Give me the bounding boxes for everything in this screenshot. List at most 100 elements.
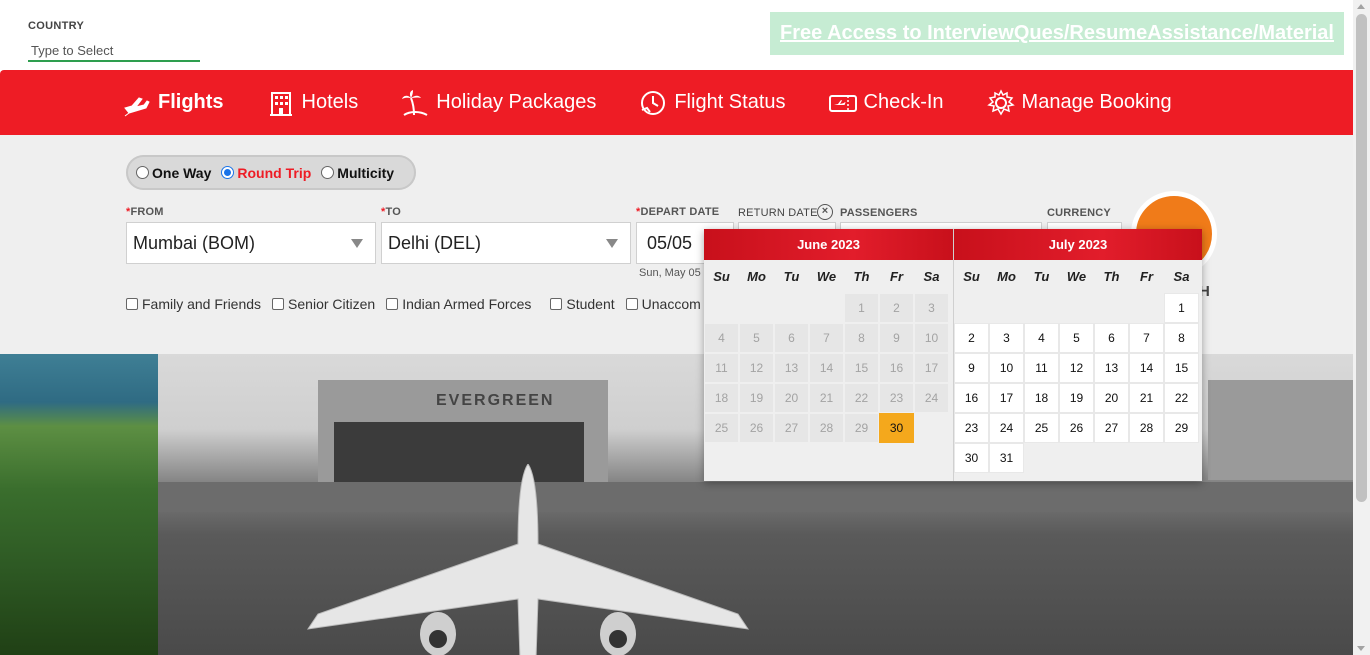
calendar-day[interactable]: 13: [1094, 353, 1129, 383]
trip-option-multicity[interactable]: Multicity: [321, 165, 394, 181]
airplane-image: [306, 464, 750, 655]
depart-date-label: *DEPART DATE: [636, 206, 720, 218]
weekday-label: Fr: [1140, 269, 1153, 284]
nav-item-holiday-packages[interactable]: Holiday Packages: [400, 88, 596, 118]
nav-item-label: Hotels: [301, 91, 359, 113]
trip-option-one-way[interactable]: One Way: [136, 165, 211, 181]
nav-item-hotels[interactable]: Hotels: [266, 88, 359, 118]
calendar-day[interactable]: 9: [954, 353, 989, 383]
nav-item-manage-booking[interactable]: Manage Booking: [986, 88, 1172, 118]
weekday-label: Fr: [890, 269, 903, 284]
calendar-day[interactable]: 29: [1164, 413, 1199, 443]
radio-button[interactable]: [136, 166, 149, 179]
date-picker: June 2023 Su Mo Tu We Th Fr Sa 1 2 3 4 5 6 7 8 9 10 11 12…: [704, 229, 1202, 481]
checkbox[interactable]: [272, 298, 285, 310]
radio-button[interactable]: [221, 166, 235, 179]
calendar-day[interactable]: 15: [1164, 353, 1199, 383]
calendar-day[interactable]: 18: [1024, 383, 1059, 413]
calendar-day[interactable]: 21: [1129, 383, 1164, 413]
calendar-day: 15: [844, 353, 879, 383]
radio-button[interactable]: [321, 166, 335, 179]
checkbox-student[interactable]: Student: [550, 296, 615, 312]
calendar-day[interactable]: 30: [879, 413, 914, 443]
checkbox[interactable]: [126, 298, 138, 310]
calendar-day: 2: [879, 293, 914, 323]
calendar-empty-cell: [809, 293, 844, 323]
calendar-day: 22: [844, 383, 879, 413]
weekday-label: Mo: [997, 269, 1016, 284]
checkbox[interactable]: [386, 298, 399, 310]
calendar-day[interactable]: 17: [989, 383, 1024, 413]
scrollbar[interactable]: [1353, 0, 1370, 655]
calendar-day[interactable]: 19: [1059, 383, 1094, 413]
calendar-day: 26: [739, 413, 774, 443]
promo-banner: Free Access to InterviewQues/ResumeAssis…: [770, 12, 1344, 55]
checkbox[interactable]: [625, 298, 638, 310]
calendar-day: 9: [879, 323, 914, 353]
calendar-day: 7: [809, 323, 844, 353]
main-nav: Flights Hotels Holiday Packages Flight S…: [0, 70, 1353, 135]
checkbox-indian-armed-forces[interactable]: Indian Armed Forces: [386, 296, 531, 312]
calendar-day[interactable]: 25: [1024, 413, 1059, 443]
calendar-day[interactable]: 8: [1164, 323, 1199, 353]
to-select[interactable]: Delhi (DEL): [381, 222, 631, 264]
calendar-day: 28: [809, 413, 844, 443]
calendar-day: 21: [809, 383, 844, 413]
month-title: June 2023: [704, 229, 953, 260]
trip-option-round-trip[interactable]: Round Trip: [221, 165, 311, 181]
calendar-month: June 2023 Su Mo Tu We Th Fr Sa 1 2 3 4 5 6 7 8 9 10 11 12…: [704, 229, 953, 481]
calendar-empty-cell: [1094, 293, 1129, 323]
calendar-day: 1: [844, 293, 879, 323]
calendar-day: 18: [704, 383, 739, 413]
checkbox[interactable]: [550, 298, 563, 310]
calendar-day[interactable]: 4: [1024, 323, 1059, 353]
depart-date-value: 05/05: [647, 232, 693, 253]
calendar-day: 14: [809, 353, 844, 383]
checkbox-senior-citizen[interactable]: Senior Citizen: [272, 296, 375, 312]
calendar-day: 12: [739, 353, 774, 383]
from-select[interactable]: Mumbai (BOM): [126, 222, 376, 264]
calendar-month: July 2023 Su Mo Tu We Th Fr Sa 1 2 3 4 5 6 7 8 9 10 11 12…: [953, 229, 1202, 481]
nav-item-flights[interactable]: Flights: [122, 88, 224, 118]
return-date-label: RETURN DATE: [738, 207, 818, 219]
nav-item-flight-status[interactable]: Flight Status: [638, 88, 786, 118]
calendar-day: 11: [704, 353, 739, 383]
country-input[interactable]: [28, 40, 200, 62]
calendar-day[interactable]: 24: [989, 413, 1024, 443]
calendar-day[interactable]: 3: [989, 323, 1024, 353]
scroll-thumb[interactable]: [1356, 14, 1367, 502]
calendar-day[interactable]: 12: [1059, 353, 1094, 383]
weekday-label: Mo: [747, 269, 766, 284]
calendar-day[interactable]: 31: [989, 443, 1024, 473]
calendar-day[interactable]: 20: [1094, 383, 1129, 413]
scroll-down-icon[interactable]: [1357, 646, 1365, 651]
weekday-label: We: [816, 269, 837, 284]
calendar-day[interactable]: 27: [1094, 413, 1129, 443]
nav-item-check-in[interactable]: Check-In: [828, 88, 944, 118]
calendar-day[interactable]: 22: [1164, 383, 1199, 413]
calendar-day[interactable]: 28: [1129, 413, 1164, 443]
calendar-day: 19: [739, 383, 774, 413]
calendar-day[interactable]: 23: [954, 413, 989, 443]
calendar-day[interactable]: 10: [989, 353, 1024, 383]
calendar-day[interactable]: 2: [954, 323, 989, 353]
weekday-label: Tu: [783, 269, 800, 284]
close-circle-icon[interactable]: ×: [817, 204, 833, 220]
calendar-day[interactable]: 7: [1129, 323, 1164, 353]
weekday-label: Th: [1103, 269, 1120, 284]
calendar-day[interactable]: 1: [1164, 293, 1199, 323]
checkbox-unaccompanied[interactable]: Unaccom: [625, 296, 701, 312]
calendar-day[interactable]: 5: [1059, 323, 1094, 353]
calendar-day[interactable]: 16: [954, 383, 989, 413]
calendar-day[interactable]: 14: [1129, 353, 1164, 383]
day-grid: 1 2 3 4 5 6 7 8 9 10 11 12 13 14 15 16 17 18 19 20 21 22 23 24 2…: [704, 293, 953, 443]
calendar-day[interactable]: 26: [1059, 413, 1094, 443]
calendar-day[interactable]: 30: [954, 443, 989, 473]
promo-link[interactable]: Free Access to InterviewQues/ResumeAssis…: [780, 22, 1334, 45]
checkbox-label: Senior Citizen: [288, 296, 376, 312]
calendar-empty-cell: [1129, 293, 1164, 323]
checkbox-family-and-friends[interactable]: Family and Friends: [126, 296, 261, 312]
scroll-up-icon[interactable]: [1357, 4, 1365, 9]
calendar-day[interactable]: 6: [1094, 323, 1129, 353]
calendar-day[interactable]: 11: [1024, 353, 1059, 383]
